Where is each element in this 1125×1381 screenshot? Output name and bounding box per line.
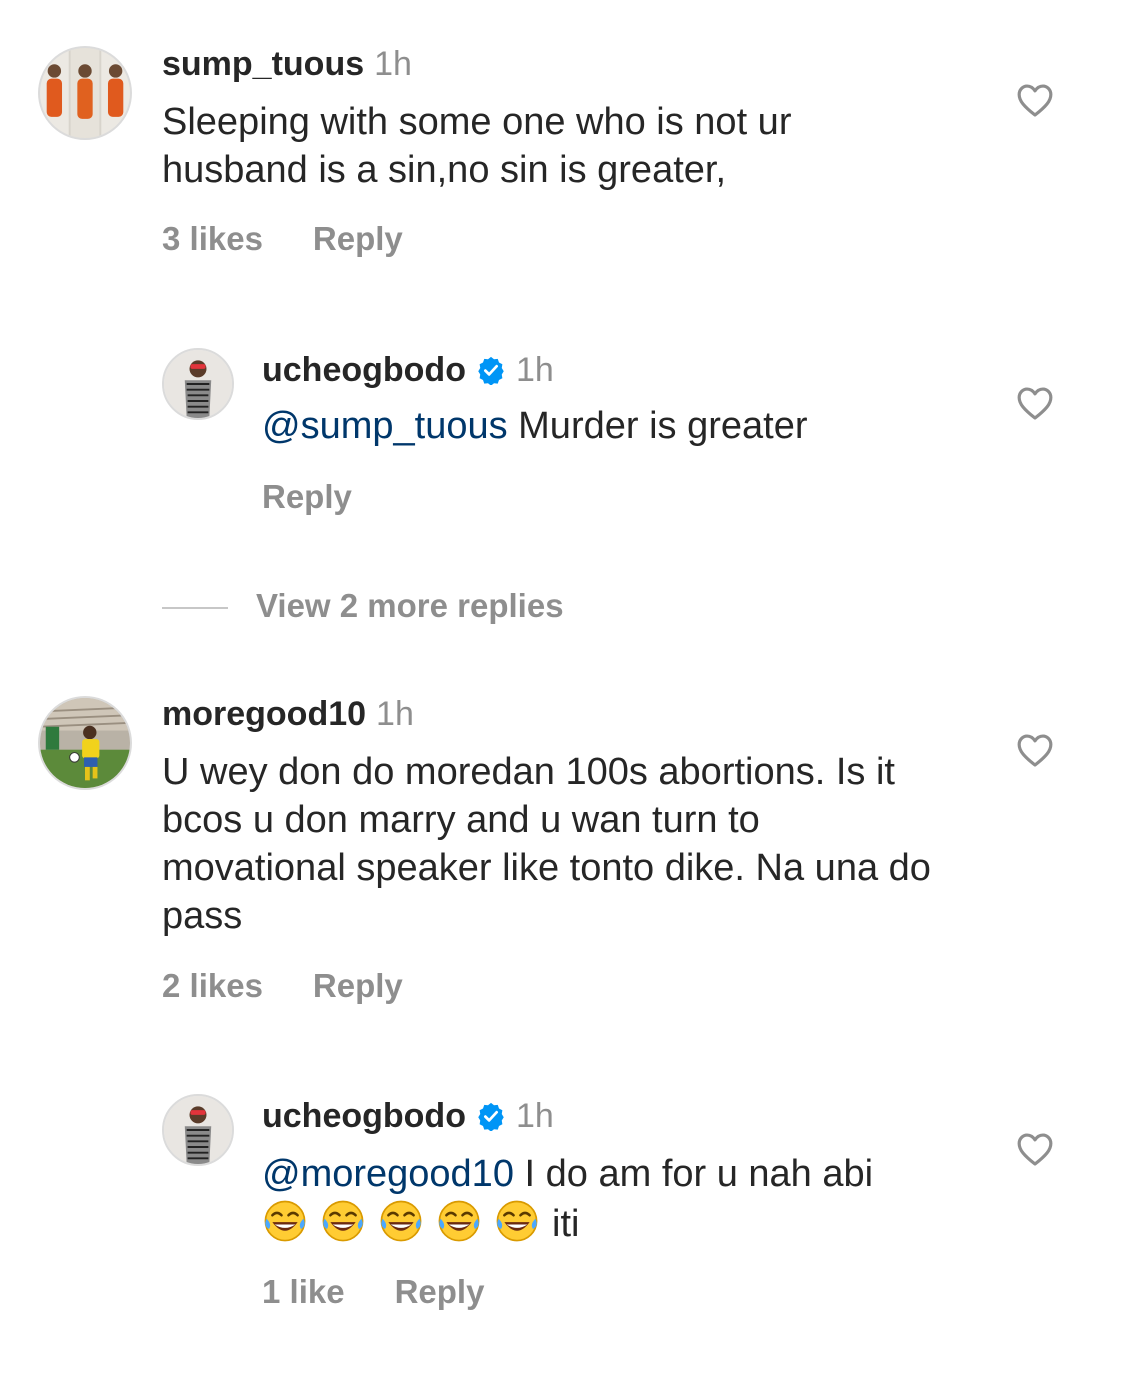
comment-header: moregood10 1h xyxy=(162,694,414,734)
divider xyxy=(162,607,228,610)
comment-meta: 2 likes Reply xyxy=(162,966,403,1006)
verified-badge-icon xyxy=(478,1102,504,1131)
timestamp: 1h xyxy=(376,695,414,733)
likes-count[interactable]: 3 likes xyxy=(162,219,263,259)
laughing-emoji-icon xyxy=(438,1200,480,1242)
avatar[interactable] xyxy=(38,696,132,790)
reply-button[interactable]: Reply xyxy=(262,477,352,517)
laughing-emoji-icon xyxy=(380,1200,422,1242)
username[interactable]: ucheogbodo xyxy=(262,351,466,389)
mention-link[interactable]: @moregood10 xyxy=(262,1153,514,1195)
heart-outline-icon[interactable] xyxy=(1016,82,1054,118)
heart-outline-icon[interactable] xyxy=(1016,732,1054,768)
verified-badge-icon xyxy=(478,356,504,385)
comment-text: @sump_tuous Murder is greater xyxy=(262,402,982,450)
avatar[interactable] xyxy=(162,1094,234,1166)
comment-text-body: I do am for u nah abi xyxy=(524,1153,874,1195)
reply-button[interactable]: Reply xyxy=(395,1272,485,1312)
comment-text: Sleeping with some one who is not ur hus… xyxy=(162,101,792,191)
comment-header: sump_tuous 1h xyxy=(162,44,412,84)
timestamp: 1h xyxy=(374,45,412,83)
heart-outline-icon[interactable] xyxy=(1016,1131,1054,1167)
comment-text: @moregood10 I do am for u nah abi 😂😂😂😂😂i… xyxy=(262,1150,982,1248)
view-more-label: View 2 more replies xyxy=(256,587,564,624)
likes-count[interactable]: 2 likes xyxy=(162,966,263,1006)
comment-text: U wey don do moredan 100s abortions. Is … xyxy=(162,751,931,937)
comment-text-body: Murder is greater xyxy=(518,405,808,447)
avatar[interactable] xyxy=(38,46,132,140)
heart-outline-icon[interactable] xyxy=(1016,385,1054,421)
timestamp: 1h xyxy=(515,1097,554,1135)
laughing-emoji-icon xyxy=(496,1200,538,1242)
comment-meta: Reply xyxy=(262,477,352,517)
comment-header: ucheogbodo 1h xyxy=(262,1096,554,1136)
comment-text-tail: iti xyxy=(552,1203,580,1245)
comment-meta: 1 like Reply xyxy=(262,1272,484,1312)
comment-header: ucheogbodo 1h xyxy=(262,350,554,390)
mention-link[interactable]: @sump_tuous xyxy=(262,405,508,447)
username[interactable]: sump_tuous xyxy=(162,45,364,83)
avatar[interactable] xyxy=(162,348,234,420)
reply-button[interactable]: Reply xyxy=(313,219,403,259)
username[interactable]: moregood10 xyxy=(162,695,366,733)
username[interactable]: ucheogbodo xyxy=(262,1097,466,1135)
reply-button[interactable]: Reply xyxy=(313,966,403,1006)
comment-meta: 3 likes Reply xyxy=(162,219,403,259)
likes-count[interactable]: 1 like xyxy=(262,1272,345,1312)
emoji-group: 😂😂😂😂😂 xyxy=(262,1200,552,1245)
laughing-emoji-icon xyxy=(322,1200,364,1242)
timestamp: 1h xyxy=(515,351,554,389)
laughing-emoji-icon xyxy=(264,1200,306,1242)
view-more-replies-button[interactable]: View 2 more replies xyxy=(162,586,564,626)
